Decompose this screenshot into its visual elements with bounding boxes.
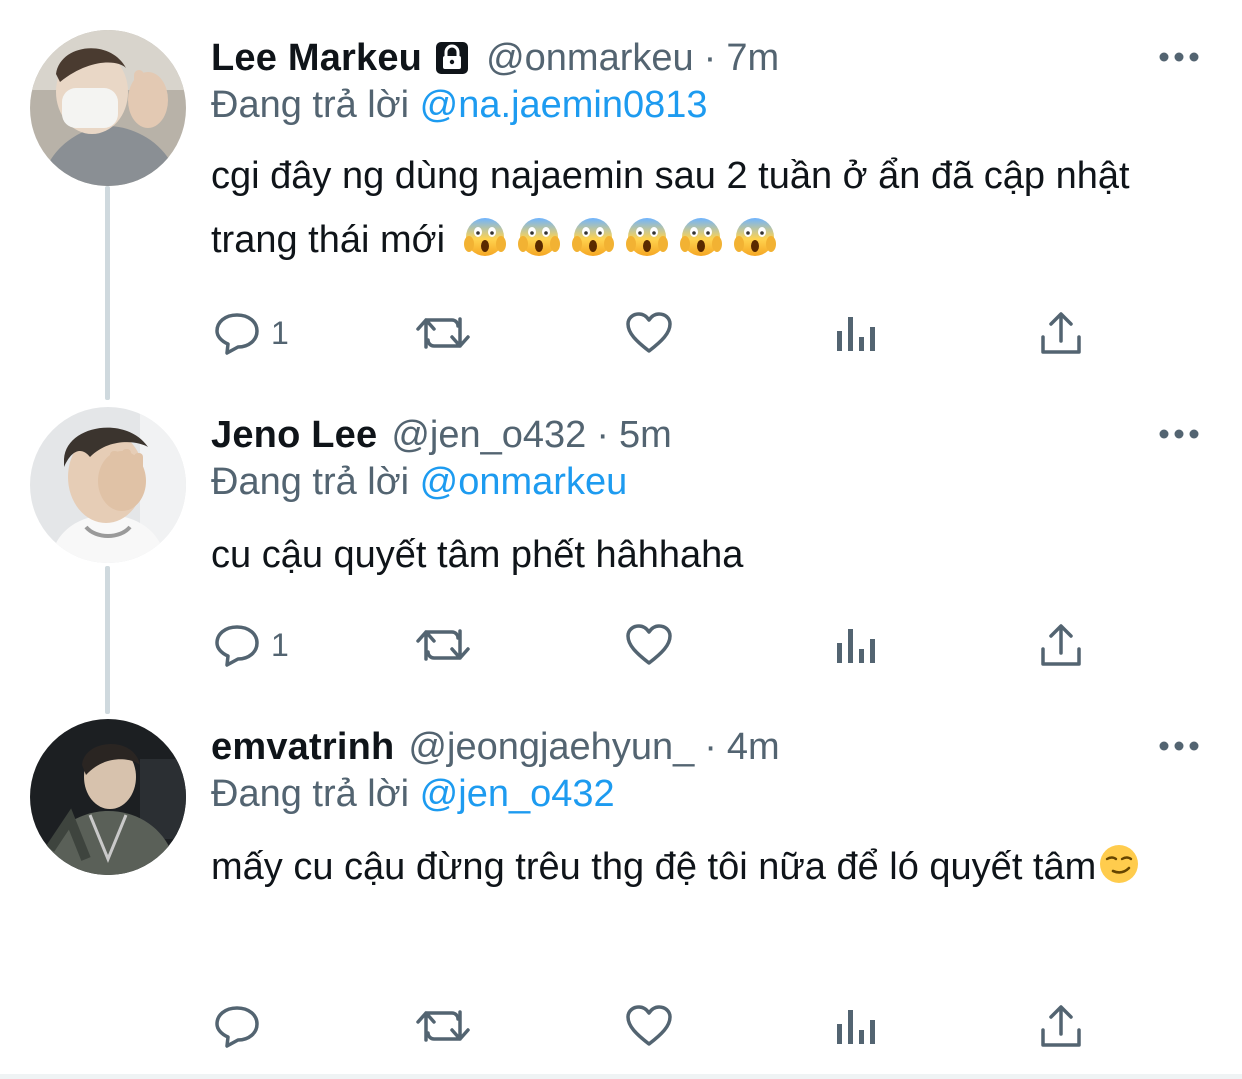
- reply-count: 1: [271, 314, 289, 351]
- tweet-actions: 1: [0, 308, 1242, 358]
- screaming-face-emoji: [517, 214, 560, 256]
- screaming-face-emoji: [733, 214, 776, 256]
- like-button[interactable]: [624, 308, 684, 358]
- tweet-header: Jeno Lee @jen_o432 · 5m: [211, 407, 672, 463]
- share-button[interactable]: [1038, 1001, 1084, 1051]
- reply-button[interactable]: [213, 1001, 271, 1051]
- tweet[interactable]: emvatrinh @jeongjaehyun_ · 4m Đang trả l…: [0, 719, 1242, 1059]
- analytics-bars-icon: [834, 1002, 878, 1050]
- more-horizontal-icon[interactable]: [1158, 44, 1200, 70]
- tweet[interactable]: Lee Markeu @onmarkeu · 7m Đang trả lời @…: [0, 30, 1242, 370]
- retweet-button[interactable]: [414, 620, 482, 670]
- conversation-thread: Lee Markeu @onmarkeu · 7m Đang trả lời @…: [0, 0, 1242, 1079]
- avatar[interactable]: [30, 30, 186, 186]
- tweet-timestamp[interactable]: 5m: [619, 414, 672, 457]
- share-icon: [1038, 1002, 1084, 1050]
- avatar[interactable]: [30, 719, 186, 875]
- views-button[interactable]: [834, 1001, 878, 1051]
- replying-to-label: Đang trả lời: [211, 461, 410, 503]
- reply-button[interactable]: 1: [213, 620, 289, 670]
- tweet-actions: 1: [0, 620, 1242, 670]
- reply-count: 1: [271, 626, 289, 663]
- display-name[interactable]: Lee Markeu: [211, 37, 422, 80]
- tweet-header: Lee Markeu @onmarkeu · 7m: [211, 30, 779, 86]
- reply-bubble-icon: [213, 621, 261, 669]
- replying-to: Đang trả lời @jen_o432: [211, 773, 615, 816]
- heart-icon: [624, 309, 674, 357]
- like-button[interactable]: [624, 1001, 684, 1051]
- tweet-text: mấy cu cậu đừng trêu thg đệ tôi nữa để l…: [211, 835, 1201, 899]
- share-icon: [1038, 621, 1084, 669]
- avatar[interactable]: [30, 407, 186, 563]
- tweet-text: cu cậu quyết tâm phết hâhhaha: [211, 523, 1201, 587]
- screaming-face-emoji: [463, 214, 506, 256]
- tweet-timestamp[interactable]: 7m: [726, 37, 779, 80]
- tweet-timestamp[interactable]: 4m: [727, 726, 780, 769]
- reply-mention-link[interactable]: @na.jaemin0813: [420, 84, 708, 126]
- retweet-button[interactable]: [414, 308, 482, 358]
- separator-dot: ·: [703, 36, 717, 79]
- more-horizontal-icon[interactable]: [1158, 421, 1200, 447]
- replying-to: Đang trả lời @onmarkeu: [211, 461, 627, 504]
- retweet-icon: [414, 309, 472, 357]
- reply-button[interactable]: 1: [213, 308, 289, 358]
- analytics-bars-icon: [834, 309, 878, 357]
- replying-to-label: Đang trả lời: [211, 84, 410, 126]
- heart-icon: [624, 621, 674, 669]
- tweet-text-content: cu cậu quyết tâm phết hâhhaha: [211, 534, 744, 576]
- screaming-face-emoji: [625, 214, 668, 256]
- more-horizontal-icon[interactable]: [1158, 733, 1200, 759]
- tweet-text-content: mấy cu cậu đừng trêu thg đệ tôi nữa để l…: [211, 846, 1097, 888]
- views-button[interactable]: [834, 308, 878, 358]
- reply-mention-link[interactable]: @onmarkeu: [420, 461, 628, 503]
- separator-dot: ·: [704, 725, 717, 768]
- user-handle[interactable]: @jeongjaehyun_: [408, 726, 694, 769]
- emoji-row: [463, 218, 788, 261]
- retweet-icon: [414, 1002, 472, 1050]
- like-button[interactable]: [624, 620, 684, 670]
- reply-bubble-icon: [213, 1002, 261, 1050]
- tweet-header: emvatrinh @jeongjaehyun_ · 4m: [211, 719, 780, 775]
- tweet-text: cgi đây ng dùng najaemin sau 2 tuần ở ẩn…: [211, 144, 1201, 272]
- display-name[interactable]: emvatrinh: [211, 726, 394, 769]
- share-button[interactable]: [1038, 308, 1084, 358]
- reply-bubble-icon: [213, 309, 261, 357]
- share-icon: [1038, 309, 1084, 357]
- tweet-actions: [0, 1001, 1242, 1051]
- display-name[interactable]: Jeno Lee: [211, 414, 377, 457]
- replying-to-label: Đang trả lời: [211, 773, 410, 815]
- divider: [0, 1074, 1242, 1079]
- retweet-icon: [414, 621, 472, 669]
- views-button[interactable]: [834, 620, 878, 670]
- screaming-face-emoji: [571, 214, 614, 256]
- share-button[interactable]: [1038, 620, 1084, 670]
- replying-to: Đang trả lời @na.jaemin0813: [211, 84, 708, 127]
- separator-dot: ·: [596, 413, 609, 456]
- reply-mention-link[interactable]: @jen_o432: [420, 773, 615, 815]
- tweet[interactable]: Jeno Lee @jen_o432 · 5m Đang trả lời @on…: [0, 407, 1242, 687]
- retweet-button[interactable]: [414, 1001, 482, 1051]
- heart-icon: [624, 1002, 674, 1050]
- user-handle[interactable]: @onmarkeu: [486, 37, 694, 80]
- user-handle[interactable]: @jen_o432: [391, 414, 586, 457]
- screaming-face-emoji: [679, 214, 722, 256]
- analytics-bars-icon: [834, 621, 878, 669]
- smirking-face-emoji: [1098, 841, 1140, 883]
- lock-icon: [432, 38, 472, 78]
